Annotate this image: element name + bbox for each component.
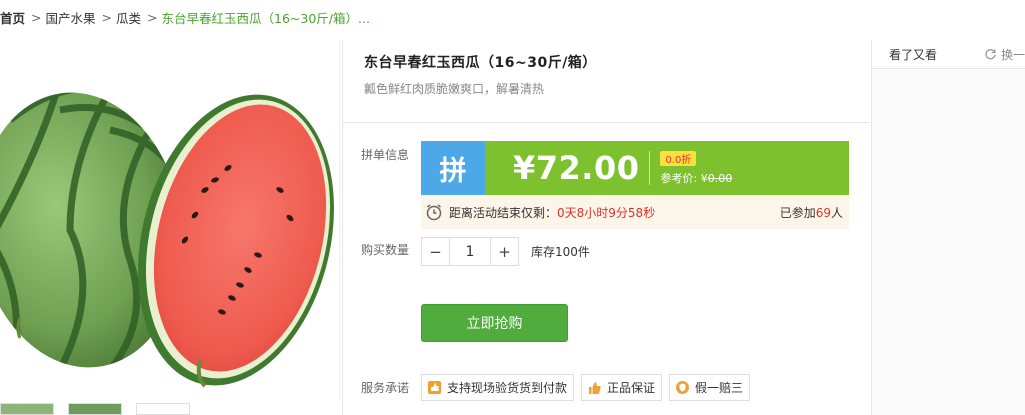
reference-price-currency: ¥ bbox=[700, 171, 708, 185]
price-area: ¥72.00 0.0折 参考价: ¥0.00 bbox=[485, 141, 732, 195]
discount-badge: 0.0折 bbox=[660, 150, 697, 166]
countdown-time: 0天8小时9分58秒 bbox=[557, 205, 656, 220]
price-divider bbox=[649, 151, 651, 185]
reference-price-value: 0.00 bbox=[707, 171, 733, 185]
service-genuine-text: 正品保证 bbox=[607, 381, 656, 395]
service-label: 服务承诺 bbox=[361, 381, 410, 395]
recommend-panel: 看了又看 换一批 bbox=[871, 40, 1025, 415]
product-subtitle: 瓤色鲜红肉质脆嫩爽口，解暑清热 bbox=[364, 82, 545, 96]
breadcrumb-item-melons[interactable]: 瓜类 bbox=[116, 8, 141, 27]
thumb-up-icon bbox=[589, 382, 601, 394]
buy-now-button[interactable]: 立即抢购 bbox=[421, 304, 568, 342]
countdown-label: 距离活动结束仅剩： bbox=[449, 205, 558, 220]
recommend-header: 看了又看 换一批 bbox=[872, 40, 1025, 69]
service-cod-text: 支持现场验货货到付款 bbox=[447, 381, 568, 395]
reference-price: 参考价: ¥0.00 bbox=[660, 170, 732, 186]
increase-button[interactable]: + bbox=[491, 238, 518, 265]
breadcrumb-current: 东台早春红玉西瓜（16~30斤/箱）... bbox=[161, 10, 370, 26]
product-info-panel: 东台早春红玉西瓜（16~30斤/箱） 瓤色鲜红肉质脆嫩爽口，解暑清热 拼单信息 … bbox=[342, 40, 870, 415]
countdown-bar: 距离活动结束仅剩： 0天8小时9分58秒 已参加69人 bbox=[421, 195, 849, 229]
joined-suffix: 人 bbox=[830, 205, 843, 220]
group-buy-label: 拼单信息 bbox=[361, 148, 410, 162]
group-buy-price-box: 拼 ¥72.00 0.0折 参考价: ¥0.00 bbox=[421, 141, 849, 195]
joined-count: 已参加69人 bbox=[780, 204, 843, 221]
shield-icon bbox=[676, 381, 690, 394]
thumb-cod-icon bbox=[428, 381, 441, 394]
recommend-list bbox=[872, 70, 1025, 415]
watermelon-image bbox=[0, 79, 334, 388]
product-title: 东台早春红玉西瓜（16~30斤/箱） bbox=[364, 55, 597, 71]
breadcrumb-home[interactable]: 首页 bbox=[0, 8, 25, 27]
breadcrumb: 首页 > 国产水果 > 瓜类 > 东台早春红玉西瓜（16~30斤/箱）... bbox=[0, 0, 1025, 34]
service-genuine: 正品保证 bbox=[581, 374, 663, 401]
breadcrumb-separator: > bbox=[147, 9, 158, 25]
joined-number: 69 bbox=[815, 205, 831, 220]
breadcrumb-separator: > bbox=[31, 9, 42, 25]
breadcrumb-separator: > bbox=[101, 9, 112, 25]
price-side-info: 0.0折 参考价: ¥0.00 bbox=[660, 150, 732, 186]
stock-count: 库存100件 bbox=[531, 245, 590, 259]
decrease-button[interactable]: − bbox=[422, 238, 449, 265]
joined-prefix: 已参加 bbox=[779, 205, 816, 220]
reference-price-label: 参考价: bbox=[660, 171, 698, 185]
group-price: ¥72.00 bbox=[513, 149, 640, 187]
image-thumbnails bbox=[0, 403, 340, 415]
quantity-stepper: − 1 + bbox=[421, 237, 519, 266]
quantity-row: − 1 + 库存100件 bbox=[421, 237, 590, 266]
product-page: 首页 > 国产水果 > 瓜类 > 东台早春红玉西瓜（16~30斤/箱）... 东… bbox=[0, 0, 1025, 415]
refresh-button[interactable]: 换一批 bbox=[984, 46, 1025, 63]
service-fake-compensation-text: 假一赔三 bbox=[695, 381, 744, 395]
product-header: 东台早春红玉西瓜（16~30斤/箱） 瓤色鲜红肉质脆嫩爽口，解暑清热 bbox=[343, 40, 870, 123]
service-cod: 支持现场验货货到付款 bbox=[421, 374, 575, 401]
quantity-input[interactable]: 1 bbox=[449, 238, 491, 265]
alarm-clock-icon bbox=[426, 204, 442, 221]
service-promises: 支持现场验货货到付款 正品保证 假一赔三 bbox=[421, 374, 751, 401]
refresh-label: 换一批 bbox=[1000, 47, 1025, 62]
thumbnail-3[interactable] bbox=[136, 403, 190, 415]
thumbnail-1[interactable] bbox=[0, 403, 54, 415]
breadcrumb-item-domestic-fruit[interactable]: 国产水果 bbox=[46, 8, 96, 27]
service-fake-compensation: 假一赔三 bbox=[669, 374, 751, 401]
thumbnail-2[interactable] bbox=[68, 403, 122, 415]
recommend-title: 看了又看 bbox=[889, 47, 938, 62]
quantity-label: 购买数量 bbox=[361, 243, 410, 257]
product-main-image[interactable] bbox=[0, 40, 340, 400]
group-buy-tag: 拼 bbox=[421, 141, 485, 195]
refresh-icon bbox=[985, 48, 996, 59]
